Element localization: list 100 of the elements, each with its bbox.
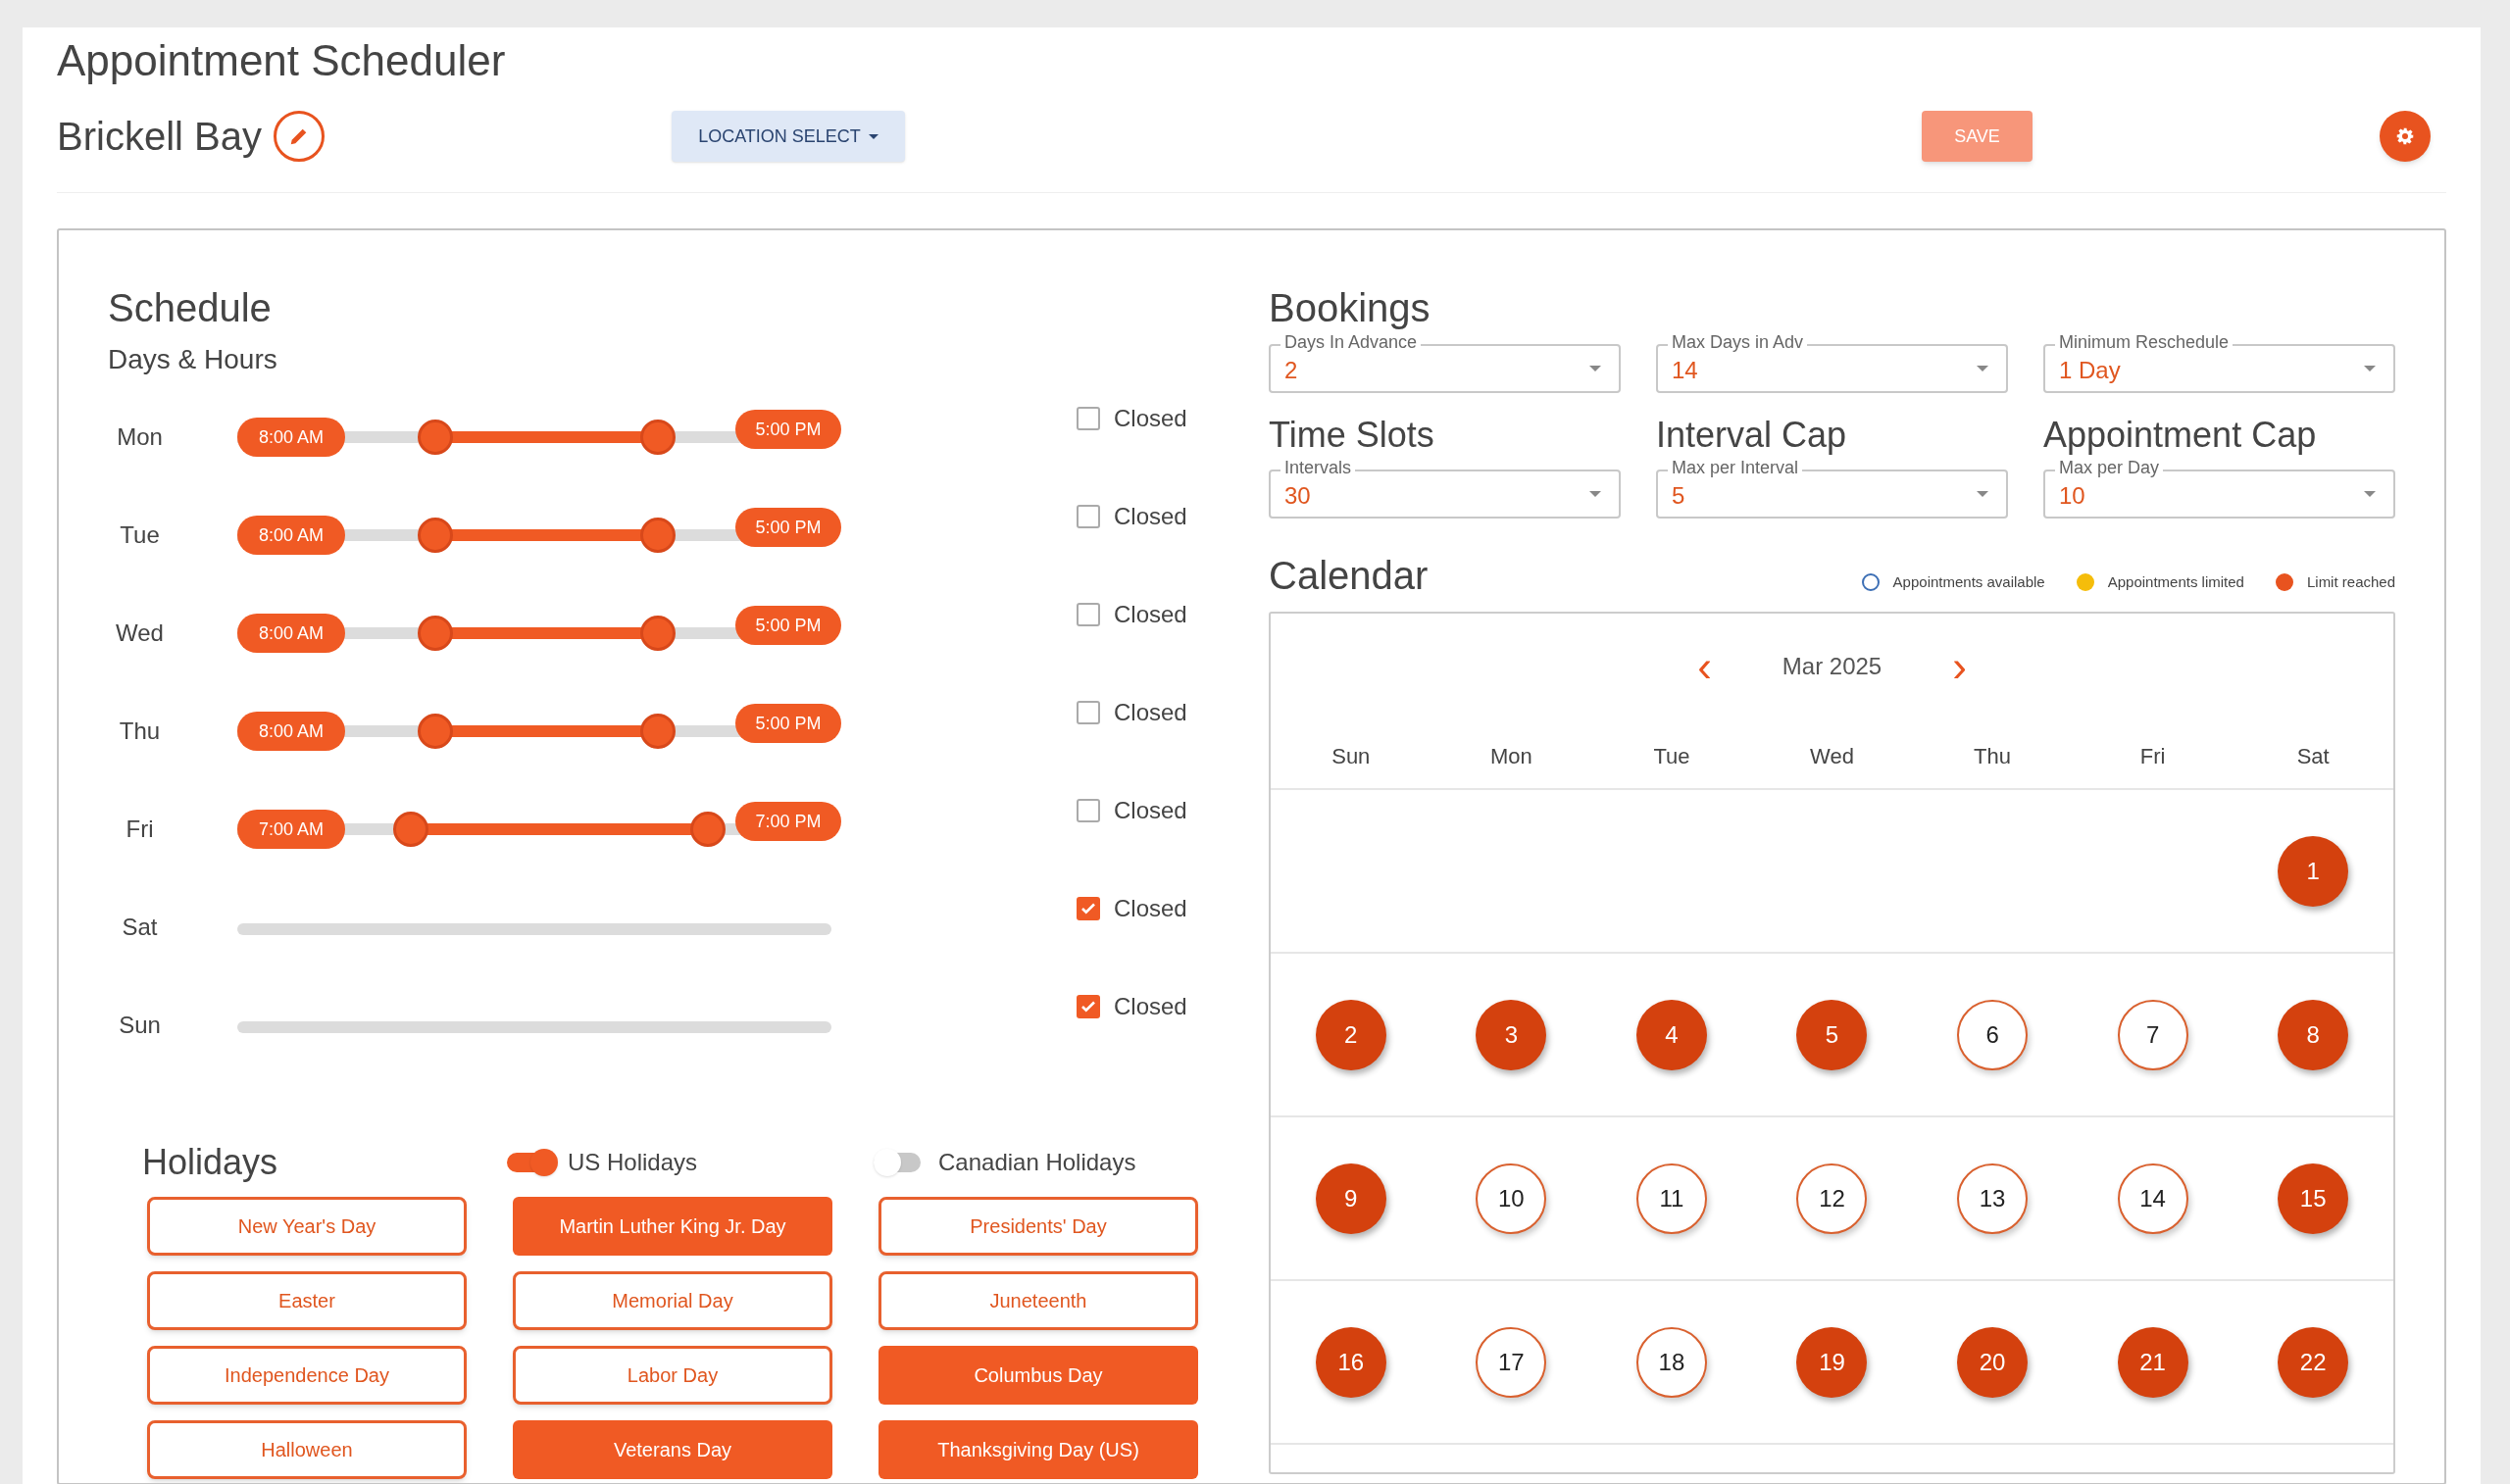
checkbox[interactable] <box>1077 505 1100 528</box>
slider-thumb[interactable] <box>640 714 677 749</box>
slider-thumb[interactable] <box>417 420 453 455</box>
slider-thumb[interactable] <box>417 518 453 553</box>
open-time-label: 8:00 AM <box>237 712 345 751</box>
checkbox-label: Closed <box>1114 894 1187 923</box>
calendar-day[interactable]: 13 <box>1957 1162 2029 1234</box>
close-time-label: 5:00 PM <box>735 704 841 743</box>
settings-button[interactable] <box>2380 111 2431 162</box>
legend-label: Appointments available <box>1892 571 2045 592</box>
calendar-day[interactable]: 5 <box>1796 999 1868 1070</box>
calendar-day[interactable]: 17 <box>1476 1326 1547 1398</box>
toggle-label: US Holidays <box>568 1148 698 1177</box>
calendar-day[interactable]: 16 <box>1315 1326 1386 1398</box>
weekday-header: Wed <box>1810 743 1854 770</box>
caret-icon <box>2364 366 2376 371</box>
open-time-label: 8:00 AM <box>237 418 345 457</box>
calendar-day[interactable]: 22 <box>2278 1326 2349 1398</box>
slider-thumb[interactable] <box>392 812 428 847</box>
section-title: Calendar <box>1269 554 1429 597</box>
section-title: Schedule <box>108 285 272 331</box>
calendar-day[interactable]: 15 <box>2278 1162 2349 1234</box>
calendar-day[interactable]: 4 <box>1635 999 1707 1070</box>
open-time-label: 7:00 AM <box>237 810 345 849</box>
location-select-button[interactable]: LOCATION SELECT <box>672 111 905 162</box>
weekday-header: Sat <box>2296 743 2330 770</box>
section-title: Time Slots <box>1269 414 1434 457</box>
calendar-day[interactable]: 14 <box>2117 1162 2188 1234</box>
section-title: Bookings <box>1269 285 1431 331</box>
calendar-day[interactable]: 1 <box>2278 835 2349 907</box>
toggle-switch[interactable] <box>507 1149 558 1176</box>
day-label: Thu <box>118 717 162 746</box>
caret-icon <box>1977 491 1988 497</box>
calendar-day[interactable]: 2 <box>1315 999 1386 1070</box>
next-month-button[interactable]: › <box>1944 647 1975 686</box>
slider-thumb[interactable] <box>640 518 677 553</box>
day-label: Tue <box>119 520 161 550</box>
holiday-button[interactable]: Memorial Day <box>513 1271 832 1330</box>
checkbox-label: Closed <box>1114 502 1187 531</box>
checkbox-label: Closed <box>1114 992 1187 1021</box>
calendar-day[interactable]: 12 <box>1796 1162 1868 1234</box>
caret-icon <box>1977 366 1988 371</box>
day-label: Wed <box>115 618 165 648</box>
close-time-label: 5:00 PM <box>735 508 841 547</box>
calendar-day[interactable]: 20 <box>1957 1326 2029 1398</box>
close-time-label: 7:00 PM <box>735 802 841 841</box>
slider-thumb[interactable] <box>417 616 453 651</box>
day-label: Mon <box>116 422 164 452</box>
weekday-header: Thu <box>1974 743 2011 770</box>
calendar-day[interactable]: 7 <box>2117 999 2188 1070</box>
slider-thumb[interactable] <box>689 812 726 847</box>
edit-button[interactable] <box>273 111 325 162</box>
slider-thumb[interactable] <box>640 420 677 455</box>
caret-icon <box>2364 491 2376 497</box>
weekday-header: Mon <box>1489 743 1532 770</box>
calendar-day[interactable]: 10 <box>1476 1162 1547 1234</box>
holiday-button[interactable]: Martin Luther King Jr. Day <box>513 1197 832 1256</box>
calendar-day[interactable]: 18 <box>1635 1326 1707 1398</box>
calendar-day[interactable]: 6 <box>1957 999 2029 1070</box>
open-time-label: 8:00 AM <box>237 516 345 555</box>
section-subtitle: Days & Hours <box>108 343 277 376</box>
holiday-button[interactable]: Columbus Day <box>878 1346 1198 1405</box>
holiday-button[interactable]: Halloween <box>147 1420 467 1479</box>
checkbox[interactable] <box>1077 897 1100 920</box>
caret-icon <box>1589 366 1601 371</box>
calendar-day[interactable]: 8 <box>2278 999 2349 1070</box>
legend-label: Limit reached <box>2306 571 2395 592</box>
holiday-button[interactable]: Thanksgiving Day (US) <box>878 1420 1198 1479</box>
checkbox-label: Closed <box>1114 698 1187 727</box>
holiday-button[interactable]: Veterans Day <box>513 1420 832 1479</box>
checkbox[interactable] <box>1077 407 1100 430</box>
checkbox[interactable] <box>1077 701 1100 724</box>
holiday-button[interactable]: Presidents' Day <box>878 1197 1198 1256</box>
checkbox[interactable] <box>1077 603 1100 626</box>
calendar-day[interactable]: 21 <box>2117 1326 2188 1398</box>
checkbox-label: Closed <box>1114 600 1187 629</box>
section-title: Appointment Cap <box>2043 414 2317 457</box>
holiday-button[interactable]: Easter <box>147 1271 467 1330</box>
calendar-day[interactable]: 11 <box>1635 1162 1707 1234</box>
calendar-day[interactable]: 19 <box>1796 1326 1868 1398</box>
field-value: 5 <box>1672 481 1686 511</box>
holiday-button[interactable]: New Year's Day <box>147 1197 467 1256</box>
settings-icon <box>2396 127 2414 145</box>
holiday-button[interactable]: Juneteenth <box>878 1271 1198 1330</box>
previous-month-button[interactable]: ‹ <box>1689 647 1720 686</box>
slider-thumb[interactable] <box>417 714 453 749</box>
weekday-header: Fri <box>2139 743 2166 770</box>
checkbox-label: Closed <box>1114 404 1187 433</box>
holiday-button[interactable]: Independence Day <box>147 1346 467 1405</box>
holiday-button[interactable]: Labor Day <box>513 1346 832 1405</box>
legend-label: Appointments limited <box>2107 571 2244 592</box>
toggle-label: Canadian Holidays <box>938 1148 1136 1177</box>
slider-thumb[interactable] <box>640 616 677 651</box>
calendar-day[interactable]: 9 <box>1315 1162 1386 1234</box>
checkbox[interactable] <box>1077 995 1100 1018</box>
calendar-day[interactable]: 3 <box>1476 999 1547 1070</box>
checkbox[interactable] <box>1077 799 1100 822</box>
field-value: 10 <box>2059 481 2086 511</box>
day-label: Sat <box>121 913 159 942</box>
day-label: Fri <box>125 815 155 844</box>
